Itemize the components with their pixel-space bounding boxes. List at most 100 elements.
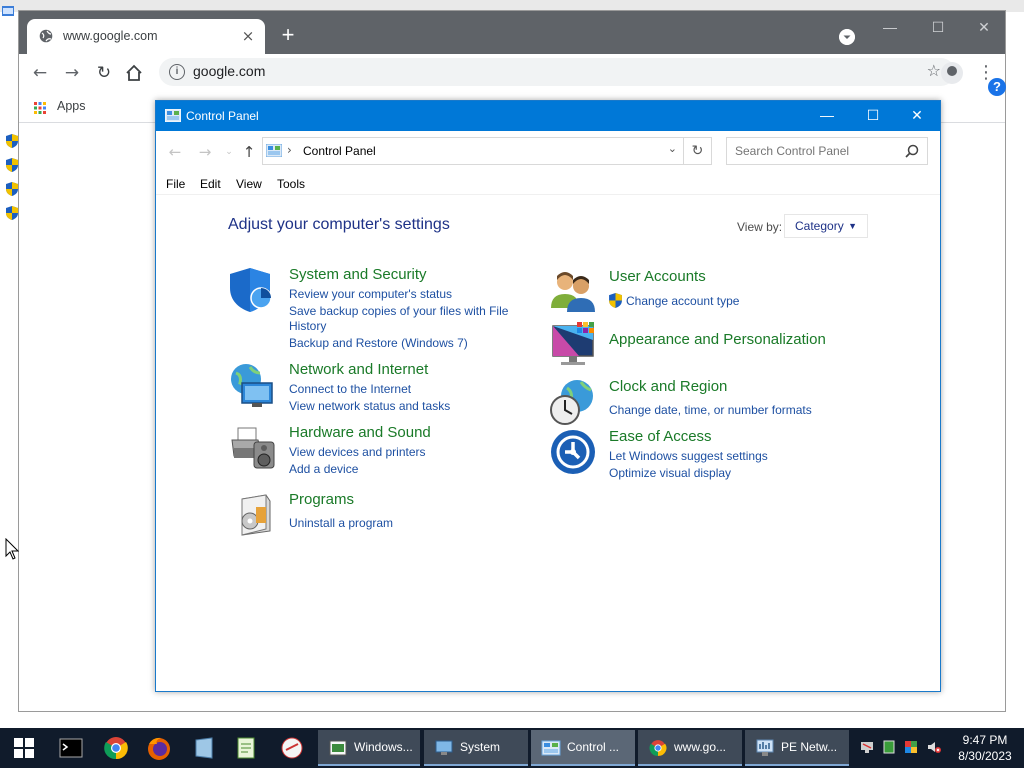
users-icon[interactable]	[549, 268, 597, 316]
maximize-button[interactable]: ☐	[850, 101, 896, 131]
recent-chevron-icon[interactable]: ⌄	[220, 143, 238, 161]
close-button[interactable]: ✕	[894, 101, 940, 131]
terminal-icon[interactable]	[57, 734, 85, 762]
globe-icon	[39, 29, 53, 43]
shield-icon[interactable]	[228, 266, 276, 314]
snipping-tool-icon[interactable]	[278, 734, 306, 762]
clock-globe-icon[interactable]	[549, 378, 597, 426]
address-bar[interactable]: › Control Panel ⌄	[262, 137, 684, 165]
search-icon[interactable]	[905, 144, 919, 158]
link-windows-suggest-settings[interactable]: Let Windows suggest settings	[609, 449, 768, 463]
dropdown-caret-icon: ▼	[848, 221, 857, 231]
minimize-button[interactable]: —	[875, 19, 905, 39]
shield-icon	[6, 158, 18, 172]
search-box[interactable]	[726, 137, 928, 165]
link-change-account-type[interactable]: Change account type	[626, 294, 739, 308]
url-text[interactable]: google.com	[193, 63, 265, 79]
volume-muted-icon[interactable]	[927, 740, 941, 754]
taskbar-button-windows[interactable]: Windows...	[318, 730, 420, 766]
taskbar-label: Windows...	[354, 740, 413, 754]
bookmark-star-icon[interactable]: ☆	[927, 61, 941, 80]
link-file-history-cont[interactable]: History	[289, 319, 326, 333]
link-backup-restore[interactable]: Backup and Restore (Windows 7)	[289, 336, 468, 350]
refresh-icon[interactable]: ↻	[684, 137, 712, 165]
apps-bookmark[interactable]: Apps	[57, 99, 86, 113]
display-tray-icon[interactable]	[904, 740, 918, 754]
search-input[interactable]	[727, 138, 897, 164]
shield-icon	[6, 134, 18, 148]
category-programs[interactable]: Programs	[289, 491, 354, 508]
taskbar-button-pe-network[interactable]: PE Netw...	[745, 730, 849, 766]
menu-bar: File Edit View Tools	[156, 173, 940, 195]
link-uninstall-program[interactable]: Uninstall a program	[289, 516, 393, 530]
home-icon[interactable]	[125, 64, 143, 82]
tablet-app-icon[interactable]	[190, 734, 218, 762]
programs-box-icon[interactable]	[228, 491, 276, 539]
link-network-status[interactable]: View network status and tasks	[289, 399, 450, 413]
control-panel-icon	[266, 144, 282, 157]
system-icon	[435, 740, 453, 755]
window-title: Control Panel	[186, 109, 259, 123]
menu-tools[interactable]: Tools	[277, 177, 305, 191]
maximize-button[interactable]: ☐	[923, 19, 953, 39]
category-hardware-and-sound[interactable]: Hardware and Sound	[289, 424, 431, 441]
forward-icon[interactable]: →	[196, 143, 214, 161]
link-connect-internet[interactable]: Connect to the Internet	[289, 382, 411, 396]
help-icon[interactable]: ?	[988, 78, 1006, 96]
site-info-icon[interactable]: i	[169, 64, 185, 80]
tab-close-icon[interactable]: ×	[239, 27, 257, 45]
minimize-button[interactable]: —	[804, 101, 850, 131]
taskbar-label: Control ...	[567, 740, 620, 754]
network-tray-icon[interactable]	[860, 740, 874, 754]
view-by-dropdown[interactable]: Category ▼	[784, 214, 868, 238]
firefox-icon[interactable]	[145, 734, 173, 762]
link-date-time-formats[interactable]: Change date, time, or number formats	[609, 403, 812, 417]
monitor-palette-icon[interactable]	[549, 320, 597, 368]
address-bar[interactable]: i google.com ☆	[159, 58, 955, 86]
windows-start-icon[interactable]	[0, 728, 48, 768]
close-button[interactable]: ✕	[969, 19, 999, 39]
control-panel-icon	[165, 109, 181, 122]
clock-date: 8/30/2023	[958, 749, 1012, 763]
taskbar-button-control-panel[interactable]: Control ...	[531, 730, 635, 766]
tab-search-icon[interactable]	[839, 29, 855, 45]
new-tab-button[interactable]: +	[277, 24, 299, 47]
page-title: Adjust your computer's settings	[228, 216, 450, 233]
chevron-down-icon[interactable]: ⌄	[668, 142, 677, 155]
reload-icon[interactable]: ↻	[93, 62, 115, 84]
control-panel-titlebar[interactable]: Control Panel — ☐ ✕	[156, 101, 940, 131]
notepad-icon[interactable]	[232, 734, 260, 762]
link-review-status[interactable]: Review your computer's status	[289, 287, 452, 301]
breadcrumb[interactable]: Control Panel	[303, 144, 376, 158]
link-devices-printers[interactable]: View devices and printers	[289, 445, 426, 459]
link-optimize-visual-display[interactable]: Optimize visual display	[609, 466, 731, 480]
chrome-icon[interactable]	[102, 734, 130, 762]
shield-icon	[6, 182, 18, 196]
menu-file[interactable]: File	[166, 177, 185, 191]
up-icon[interactable]: ↑	[240, 143, 258, 161]
menu-view[interactable]: View	[236, 177, 262, 191]
apps-grid-icon[interactable]	[34, 102, 46, 114]
back-icon[interactable]: ←	[166, 143, 184, 161]
chrome-toolbar: ← → ↻ i google.com ☆ ⋮	[19, 54, 1005, 91]
category-ease-of-access[interactable]: Ease of Access	[609, 428, 712, 445]
taskbar-button-system[interactable]: System	[424, 730, 528, 766]
link-file-history[interactable]: Save backup copies of your files with Fi…	[289, 304, 508, 318]
category-system-and-security[interactable]: System and Security	[289, 266, 427, 283]
category-clock-and-region[interactable]: Clock and Region	[609, 378, 727, 395]
forward-icon[interactable]: →	[61, 62, 83, 84]
battery-tray-icon[interactable]	[882, 740, 896, 754]
back-icon[interactable]: ←	[29, 62, 51, 84]
printer-icon[interactable]	[228, 424, 276, 472]
system-clock[interactable]: 9:47 PM 8/30/2023	[950, 732, 1020, 764]
chrome-tab[interactable]: www.google.com ×	[27, 19, 265, 54]
ease-of-access-icon[interactable]	[549, 428, 597, 476]
taskbar-button-chrome[interactable]: www.go...	[638, 730, 742, 766]
profile-avatar-icon[interactable]	[941, 62, 963, 84]
category-network-and-internet[interactable]: Network and Internet	[289, 361, 428, 378]
menu-edit[interactable]: Edit	[200, 177, 221, 191]
category-user-accounts[interactable]: User Accounts	[609, 268, 706, 285]
category-appearance-personalization[interactable]: Appearance and Personalization	[609, 331, 826, 348]
network-globe-icon[interactable]	[228, 361, 276, 409]
link-add-device[interactable]: Add a device	[289, 462, 358, 476]
